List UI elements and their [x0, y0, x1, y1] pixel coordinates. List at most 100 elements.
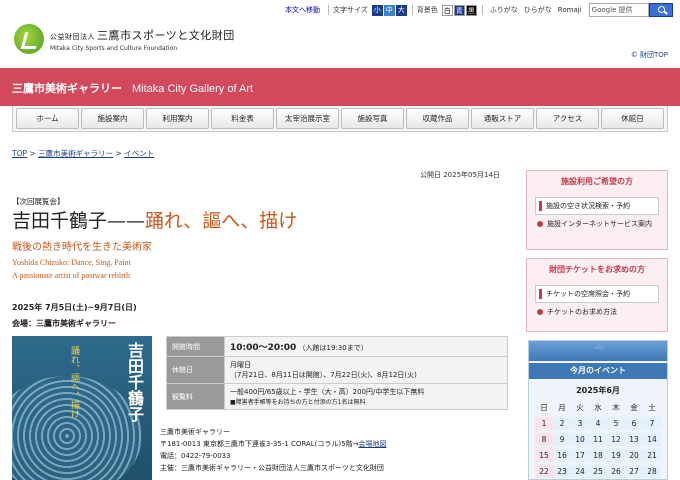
calendar-day[interactable]: 24	[571, 465, 589, 478]
nav-facility-guide[interactable]: 施設案内	[81, 108, 144, 129]
closed-line1: 月曜日	[230, 361, 251, 369]
calendar-day[interactable]: 22	[535, 465, 553, 478]
search-input[interactable]: Google 提供	[588, 3, 649, 17]
hiragana-link[interactable]: ひらがな	[524, 5, 552, 15]
gallery-title: 三鷹市美術ギャラリー Mitaka City Gallery of Art	[12, 83, 254, 95]
nav-dazai-room[interactable]: 太宰治展示室	[276, 108, 339, 129]
nav-fees[interactable]: 料金表	[211, 108, 274, 129]
calendar-day[interactable]: 21	[643, 449, 661, 462]
calendar-day[interactable]: 9	[553, 433, 571, 446]
divider	[481, 5, 483, 15]
breadcrumb: TOP > 三鷹市美術ギャラリー > イベント	[12, 149, 155, 158]
calendar-day[interactable]: 1	[535, 417, 553, 430]
published-date: 公開日 2025年05月14日	[420, 171, 500, 179]
nav-store[interactable]: 通販ストア	[471, 108, 534, 129]
calendar-day[interactable]: 12	[607, 433, 625, 446]
text-size-small-button[interactable]: 小	[371, 4, 383, 16]
facility-service-link[interactable]: 施設インターネットサービス案内	[537, 219, 657, 229]
calendar-day[interactable]: 19	[607, 449, 625, 462]
bg-white-button[interactable]: 白	[441, 4, 453, 16]
bullet-icon	[537, 309, 543, 315]
furigana-link[interactable]: ふりがな	[490, 5, 518, 15]
weekday-wed: 水	[594, 403, 602, 412]
hours-note: （入館は19:30まで）	[298, 344, 368, 352]
venue-map-link[interactable]: 会場地図	[358, 440, 386, 448]
romaji-link[interactable]: Romaji	[558, 6, 582, 14]
search-icon[interactable]	[648, 3, 673, 17]
calendar-day[interactable]: 18	[589, 449, 607, 462]
ticket-box: 財団チケットをお求めの方 チケットの空席照会・予約 チケットのお求め方法	[526, 258, 668, 332]
venue-address: 〒181-0013 東京都三鷹市下連雀3-35-1 CORAL(コラル)5階→	[160, 440, 359, 448]
venue-address-block: 三鷹市美術ギャラリー 〒181-0013 東京都三鷹市下連雀3-35-1 COR…	[160, 426, 386, 474]
text-size-large-button[interactable]: 大	[395, 4, 407, 16]
table-row: 休館日 月曜日 （7月21日、8月11日は開館）、7月22日(火)、8月12日(火…	[166, 356, 508, 384]
calendar-day[interactable]: 3	[571, 417, 589, 430]
calendar-day[interactable]: 14	[643, 433, 661, 446]
poster-subtitle: 踊れ、謳へ、描け	[69, 346, 79, 418]
bg-black-button[interactable]: 黒	[465, 4, 477, 16]
exhibition-venue: 会場：三鷹市美術ギャラリー	[12, 319, 116, 328]
nav-closed-days[interactable]: 休館日	[601, 108, 664, 129]
calendar-day[interactable]: 17	[571, 449, 589, 462]
closed-line2: （7月21日、8月11日は開館）、7月22日(火)、8月12日(火)	[230, 371, 417, 379]
divider	[411, 5, 413, 15]
calendar-day[interactable]: 16	[553, 449, 571, 462]
calendar-day[interactable]: 13	[625, 433, 643, 446]
calendar-day[interactable]: 7	[643, 417, 661, 430]
bg-color-label: 背景色	[416, 6, 438, 14]
skip-to-content-link[interactable]: 本文へ移動	[285, 5, 320, 15]
facility-booking-header: 施設利用ご希望の方	[561, 177, 633, 186]
bullet-icon	[537, 221, 543, 227]
english-title: Yoshida Chizuko: Dance, Sing, Paint	[12, 258, 131, 267]
fee-label: 観覧料	[166, 383, 225, 410]
ticket-header: 財団チケットをお求めの方	[549, 265, 645, 274]
site-search: Google 提供	[588, 3, 673, 17]
breadcrumb-gallery[interactable]: 三鷹市美術ギャラリー	[38, 149, 113, 158]
calendar-grid: 日 月 火 水 木 金 土 1 2 3 4 5 6 7 8 9 10 11 12…	[535, 401, 661, 478]
calendar-day[interactable]: 8	[535, 433, 553, 446]
nav-home[interactable]: ホーム	[16, 108, 79, 129]
nav-collection[interactable]: 収蔵作品	[406, 108, 469, 129]
calendar-day[interactable]: 10	[571, 433, 589, 446]
weekday-mon: 月	[558, 403, 566, 412]
calendar-day[interactable]: 11	[589, 433, 607, 446]
calendar-day[interactable]: 23	[553, 465, 571, 478]
calendar-day[interactable]: 2	[553, 417, 571, 430]
text-size-medium-button[interactable]: 中	[383, 4, 395, 16]
breadcrumb-top[interactable]: TOP	[12, 149, 27, 158]
event-calendar: 今月のイベント 2025年6月 日 月 火 水 木 金 土 1 2 3 4 5 …	[528, 340, 668, 480]
calendar-day[interactable]: 27	[625, 465, 643, 478]
weekday-tue: 火	[576, 403, 584, 412]
poster-title: 吉田千鶴子	[125, 342, 144, 422]
ticket-how-to-link[interactable]: チケットのお求め方法	[537, 307, 657, 317]
venue-name: 三鷹市美術ギャラリー	[160, 428, 230, 436]
nav-photos[interactable]: 施設写真	[341, 108, 404, 129]
breadcrumb-events[interactable]: イベント	[124, 149, 154, 158]
closed-label: 休館日	[166, 356, 225, 384]
foundation-top-link[interactable]: © 財団TOP	[631, 50, 668, 60]
calendar-day[interactable]: 26	[607, 465, 625, 478]
main-nav: ホーム 施設案内 利用案内 料金表 太宰治展示室 施設写真 収蔵作品 通販ストア…	[12, 106, 668, 132]
nav-usage-guide[interactable]: 利用案内	[146, 108, 209, 129]
weekday-sat: 土	[648, 403, 656, 412]
calendar-day[interactable]: 4	[589, 417, 607, 430]
fee-line2: ■障害者手帳等をお持ちの方と付添の方1名は無料	[230, 399, 366, 406]
weekday-fri: 金	[630, 403, 638, 412]
bg-blue-button[interactable]: 青	[453, 4, 465, 16]
ticket-availability-button[interactable]: チケットの空席照会・予約	[535, 285, 659, 303]
calendar-day[interactable]: 28	[643, 465, 661, 478]
calendar-day[interactable]: 6	[625, 417, 643, 430]
calendar-day[interactable]: 5	[607, 417, 625, 430]
foundation-logo[interactable]: 公益財団法人 三鷹市スポーツと文化財団 Mitaka City Sports an…	[14, 24, 235, 54]
calendar-day[interactable]: 20	[625, 449, 643, 462]
nav-access[interactable]: アクセス	[536, 108, 599, 129]
text-size-label: 文字サイズ	[333, 6, 368, 14]
utility-bar: 本文へ移動 文字サイズ 小 中 大 背景色 白 青 黒 ふりがな ひらがな Ro…	[285, 0, 680, 20]
calendar-day[interactable]: 25	[589, 465, 607, 478]
facility-search-button[interactable]: 施設の空き状況検索・予約	[535, 197, 659, 215]
calendar-day[interactable]: 15	[535, 449, 553, 462]
exhibition-poster[interactable]: 吉田千鶴子 踊れ、謳へ、描け	[12, 336, 152, 480]
venue-phone: 電話：0422-79-0033	[160, 452, 231, 460]
calendar-header: 今月のイベント	[529, 363, 667, 379]
page-title: 吉田千鶴子——踊れ、謳へ、描け	[12, 210, 298, 232]
